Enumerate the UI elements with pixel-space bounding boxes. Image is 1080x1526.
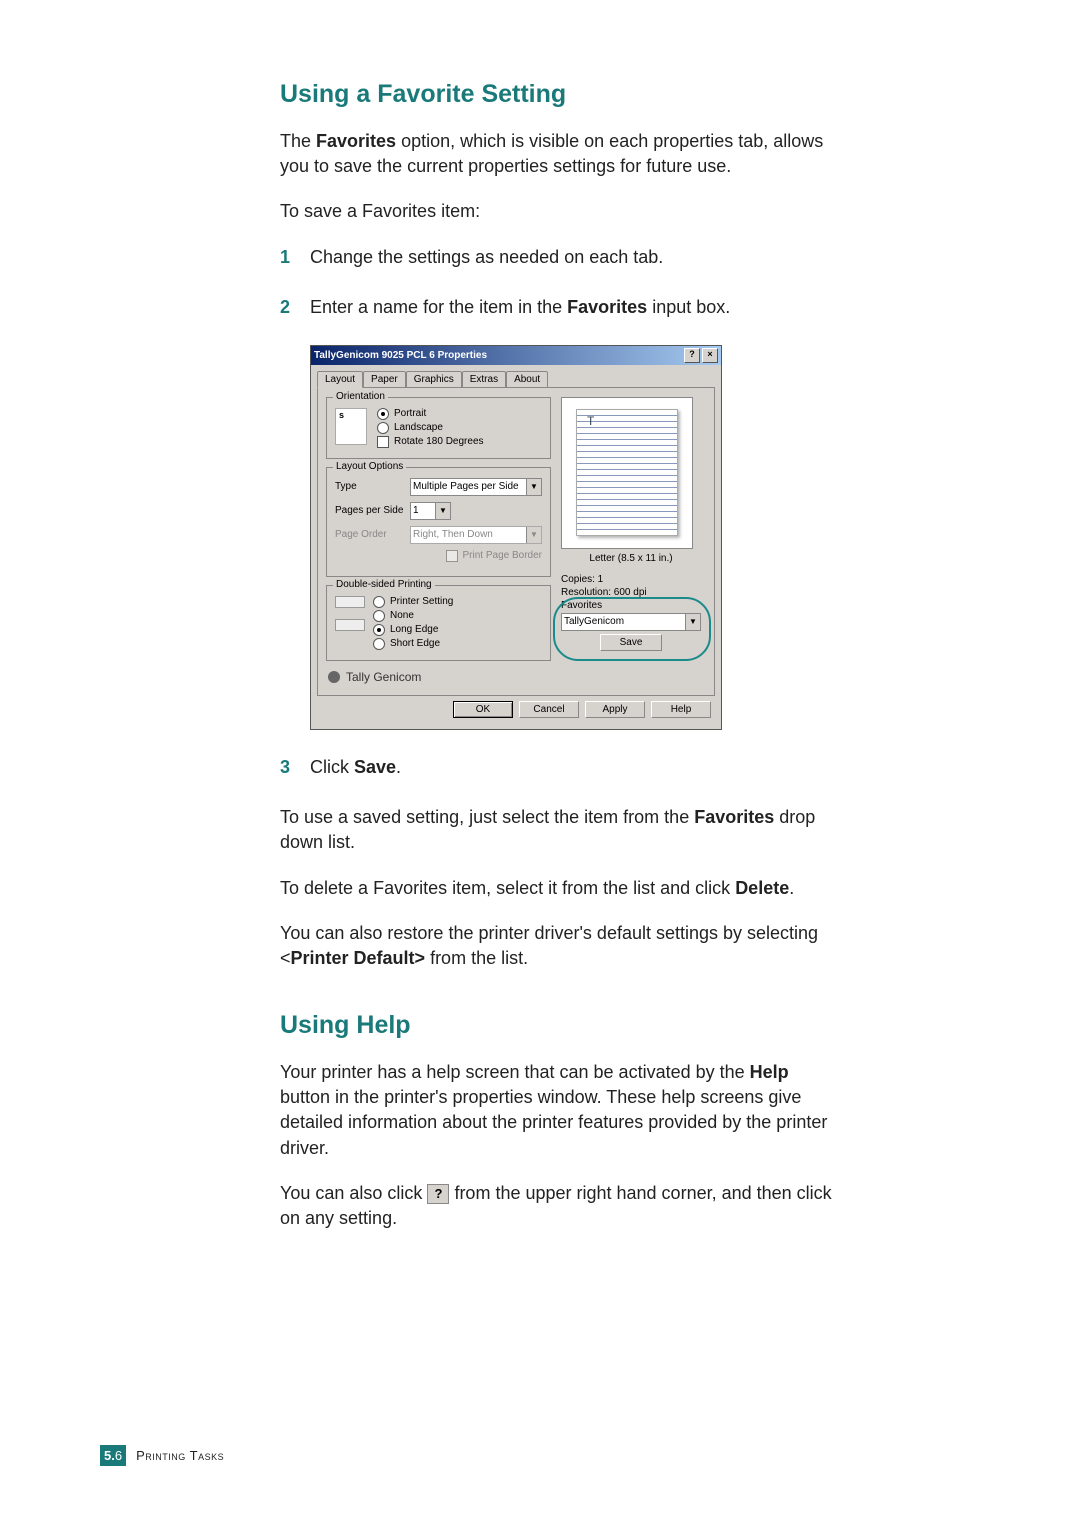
preview-box — [561, 397, 693, 549]
radio-icon — [377, 408, 389, 420]
layout-options-group: Layout Options Type Multiple Pages per S… — [326, 467, 551, 577]
delete-paragraph: To delete a Favorites item, select it fr… — [280, 876, 840, 901]
tab-about[interactable]: About — [506, 371, 548, 387]
tab-strip: Layout Paper Graphics Extras About — [317, 371, 715, 388]
chevron-down-icon: ▼ — [526, 479, 541, 495]
chevron-down-icon: ▼ — [435, 503, 450, 519]
radio-icon — [377, 422, 389, 434]
pps-dropdown[interactable]: 1▼ — [410, 502, 451, 520]
heading-favorite-setting: Using a Favorite Setting — [280, 80, 840, 109]
main-content: Using a Favorite Setting The Favorites o… — [280, 80, 840, 1231]
step-text: Click Save. — [310, 755, 840, 780]
chevron-down-icon: ▼ — [526, 527, 541, 543]
favorites-dropdown[interactable]: TallyGenicom▼ — [561, 613, 701, 631]
type-dropdown[interactable]: Multiple Pages per Side▼ — [410, 478, 542, 496]
checkbox-icon — [446, 550, 458, 562]
step-text: Change the settings as needed on each ta… — [310, 245, 840, 270]
section-name: Printing Tasks — [136, 1448, 224, 1463]
properties-dialog: TallyGenicom 9025 PCL 6 Properties ? × L… — [310, 345, 722, 730]
step-1: 1 Change the settings as needed on each … — [280, 245, 840, 270]
preview-label: Letter (8.5 x 11 in.) — [561, 553, 701, 564]
duplex-icon — [335, 596, 365, 631]
title-close-button[interactable]: × — [702, 348, 718, 363]
orientation-icon — [335, 408, 367, 445]
checkbox-icon — [377, 436, 389, 448]
title-help-button[interactable]: ? — [684, 348, 700, 363]
page-footer: 5.6 Printing Tasks — [100, 1445, 224, 1466]
chevron-down-icon: ▼ — [685, 614, 700, 630]
tab-extras[interactable]: Extras — [462, 371, 506, 387]
tab-panel: Orientation Portrait Landscape Rotate 18… — [317, 387, 715, 696]
right-column: Letter (8.5 x 11 in.) Copies: 1 Resoluti… — [561, 397, 701, 685]
border-check: Print Page Border — [463, 550, 543, 561]
dialog-titlebar: TallyGenicom 9025 PCL 6 Properties ? × — [311, 346, 721, 365]
use-paragraph: To use a saved setting, just select the … — [280, 805, 840, 855]
tab-graphics[interactable]: Graphics — [406, 371, 462, 387]
dialog-title: TallyGenicom 9025 PCL 6 Properties — [314, 350, 487, 361]
lead-text: To save a Favorites item: — [280, 199, 840, 224]
help-paragraph-2: You can also click ? from the upper righ… — [280, 1181, 840, 1231]
group-legend: Double-sided Printing — [333, 579, 435, 590]
restore-paragraph: You can also restore the printer driver'… — [280, 921, 840, 971]
dialog-buttons: OK Cancel Apply Help — [317, 696, 715, 723]
radio-printer-setting[interactable]: Printer Setting — [373, 596, 453, 608]
intro-paragraph: The Favorites option, which is visible o… — [280, 129, 840, 179]
radio-short-edge[interactable]: Short Edge — [373, 638, 453, 650]
radio-icon — [373, 624, 385, 636]
document-page: Using a Favorite Setting The Favorites o… — [0, 0, 1080, 1526]
radio-landscape[interactable]: Landscape — [377, 422, 484, 434]
radio-none[interactable]: None — [373, 610, 453, 622]
steps-list: 1 Change the settings as needed on each … — [280, 245, 840, 320]
ok-button[interactable]: OK — [453, 701, 513, 718]
tab-layout[interactable]: Layout — [317, 371, 363, 388]
order-dropdown: Right, Then Down▼ — [410, 526, 542, 544]
page-number-badge: 5.6 — [100, 1445, 126, 1466]
favorites-area: Favorites TallyGenicom▼ Save — [561, 600, 701, 651]
group-legend: Layout Options — [333, 461, 406, 472]
question-icon: ? — [427, 1184, 449, 1204]
dialog-body: Layout Paper Graphics Extras About Orien… — [311, 365, 721, 729]
pps-label: Pages per Side — [335, 505, 410, 516]
orientation-group: Orientation Portrait Landscape Rotate 18… — [326, 397, 551, 459]
logo-icon — [326, 669, 342, 685]
tab-paper[interactable]: Paper — [363, 371, 406, 387]
step-text: Enter a name for the item in the Favorit… — [310, 295, 840, 320]
group-legend: Orientation — [333, 391, 388, 402]
brand-logo: Tally Genicom — [326, 669, 551, 685]
radio-icon — [373, 638, 385, 650]
heading-using-help: Using Help — [280, 1011, 840, 1040]
step-number: 1 — [280, 245, 310, 270]
order-label: Page Order — [335, 529, 410, 540]
cancel-button[interactable]: Cancel — [519, 701, 579, 718]
radio-long-edge[interactable]: Long Edge — [373, 624, 453, 636]
step-3: 3 Click Save. — [280, 755, 840, 780]
apply-button[interactable]: Apply — [585, 701, 645, 718]
copies-info: Copies: 1 — [561, 574, 701, 585]
double-sided-group: Double-sided Printing Printer Setting No… — [326, 585, 551, 661]
radio-icon — [373, 610, 385, 622]
step-number: 2 — [280, 295, 310, 320]
help-button[interactable]: Help — [651, 701, 711, 718]
help-paragraph-1: Your printer has a help screen that can … — [280, 1060, 840, 1161]
type-label: Type — [335, 481, 410, 492]
step-2: 2 Enter a name for the item in the Favor… — [280, 295, 840, 320]
preview-page — [576, 409, 678, 536]
radio-icon — [373, 596, 385, 608]
radio-portrait[interactable]: Portrait — [377, 408, 484, 420]
left-column: Orientation Portrait Landscape Rotate 18… — [326, 397, 551, 685]
step-number: 3 — [280, 755, 310, 780]
check-rotate[interactable]: Rotate 180 Degrees — [377, 436, 484, 448]
steps-list-continued: 3 Click Save. — [280, 755, 840, 780]
